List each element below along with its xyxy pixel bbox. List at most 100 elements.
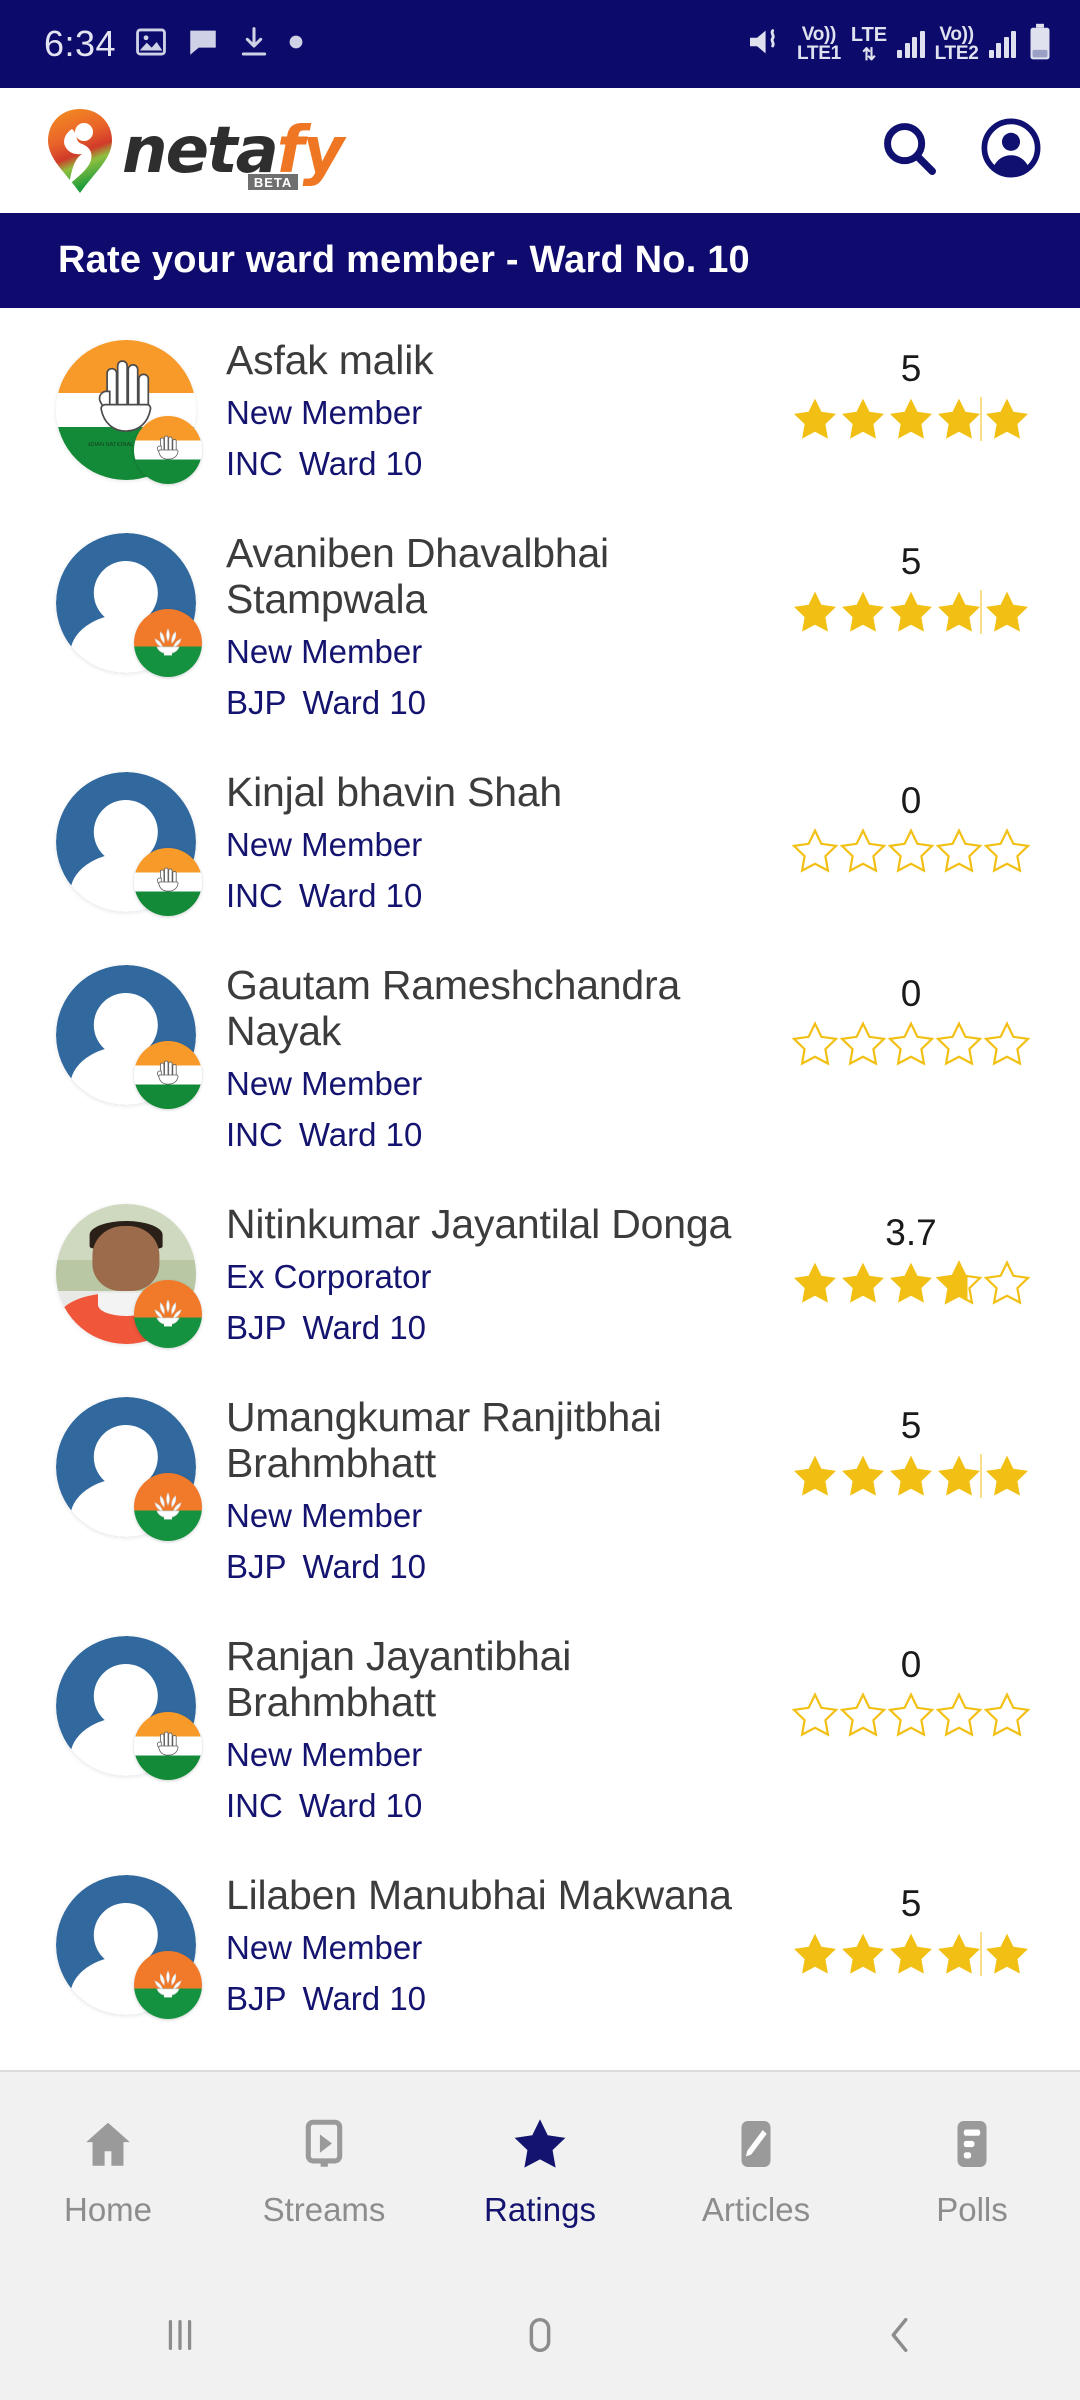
member-info: Gautam Rameshchandra Nayak New Member IN…	[196, 961, 776, 1158]
member-info: Lilaben Manubhai Makwana New Member BJP W…	[196, 1871, 776, 2022]
member-row[interactable]: Lilaben Manubhai Makwana New Member BJP W…	[0, 1849, 1080, 2042]
member-info: Asfak malik New Member INC Ward 10	[196, 336, 776, 487]
member-name: Kinjal bhavin Shah	[226, 768, 563, 815]
member-rating[interactable]: 5	[776, 1393, 1046, 1500]
app-bar-actions	[878, 117, 1042, 184]
recents-icon[interactable]	[0, 2312, 360, 2358]
avatar[interactable]: INDIAN NATIONAL CONGRESS	[56, 340, 202, 484]
status-bar: 6:34 Vo)) LTE1 LTE ⇅ Vo)) LTE2	[0, 0, 1080, 88]
nav-item-home[interactable]: Home	[0, 2113, 216, 2229]
member-row[interactable]: Ranjan Jayantibhai Brahmbhatt New Member…	[0, 1610, 1080, 1849]
nav-item-ratings[interactable]: Ratings	[432, 2113, 648, 2229]
star-rating-icon[interactable]	[791, 1452, 1031, 1500]
member-row[interactable]: INDIAN NATIONAL CONGRESS Asfak malik New…	[0, 314, 1080, 507]
star-rating-icon[interactable]	[791, 395, 1031, 443]
pencil-icon	[727, 2113, 785, 2175]
member-role: New Member	[226, 825, 423, 863]
nav-item-streams[interactable]: Streams	[216, 2113, 432, 2229]
poll-bars-icon	[943, 2113, 1001, 2175]
nav-item-label: Home	[63, 2191, 153, 2228]
member-row[interactable]: Umangkumar Ranjitbhai Brahmbhatt New Mem…	[0, 1371, 1080, 1610]
member-rating[interactable]: 5	[776, 1871, 1046, 1978]
member-ward: Ward 10	[298, 1116, 423, 1154]
avatar[interactable]	[56, 533, 202, 677]
bjp-lotus-badge-icon	[134, 609, 202, 677]
member-ward: Ward 10	[298, 445, 423, 483]
star-icon	[511, 2113, 569, 2175]
member-party: BJP	[226, 1309, 287, 1347]
battery-icon	[1026, 23, 1054, 66]
avatar[interactable]	[56, 1203, 202, 1348]
member-row[interactable]: Nitinkumar Jayantilal Donga Ex Corporato…	[0, 1178, 1080, 1371]
member-rating[interactable]: 0	[776, 961, 1046, 1068]
chat-bubble-icon	[186, 25, 220, 64]
ward-member-list[interactable]: INDIAN NATIONAL CONGRESS Asfak malik New…	[0, 308, 1080, 2070]
avatar[interactable]	[56, 964, 202, 1109]
star-rating-icon[interactable]	[791, 827, 1031, 875]
member-rating[interactable]: 5	[776, 336, 1046, 443]
logo-wordmark: neta fy BETA	[122, 114, 344, 190]
bjp-lotus-badge-icon	[134, 1472, 202, 1541]
rating-value: 0	[900, 1643, 922, 1685]
member-info: Umangkumar Ranjitbhai Brahmbhatt New Mem…	[196, 1393, 776, 1590]
member-ward: Ward 10	[302, 1309, 427, 1347]
member-name: Avaniben Dhavalbhai Stampwala	[226, 530, 609, 622]
member-ward: Ward 10	[298, 877, 423, 915]
member-meta: INC Ward 10	[226, 1784, 776, 1829]
member-rating[interactable]: 5	[776, 529, 1046, 636]
member-ward: Ward 10	[302, 1548, 427, 1586]
star-rating-icon[interactable]	[791, 1930, 1031, 1978]
member-meta: INC Ward 10	[226, 1113, 776, 1158]
rating-value: 5	[900, 1882, 922, 1924]
member-party: INC	[226, 1787, 283, 1825]
member-rating[interactable]: 3.7	[776, 1200, 1046, 1307]
avatar[interactable]	[56, 1396, 202, 1541]
member-info: Nitinkumar Jayantilal Donga Ex Corporato…	[196, 1200, 776, 1351]
dot-icon	[288, 34, 304, 55]
member-row[interactable]: Avaniben Dhavalbhai Stampwala New Member…	[0, 507, 1080, 746]
system-navigation-bar	[0, 2270, 1080, 2400]
search-icon[interactable]	[878, 117, 940, 184]
sim2-volte-label: Vo))	[939, 24, 974, 45]
member-rating[interactable]: 0	[776, 768, 1046, 875]
member-role: New Member	[226, 1496, 423, 1534]
status-bar-left: 6:34	[44, 23, 304, 65]
sim1-volte-indicator: Vo)) LTE1	[797, 25, 841, 63]
member-party: BJP	[226, 684, 287, 722]
avatar[interactable]	[56, 1635, 202, 1780]
star-rating-icon[interactable]	[791, 1259, 1031, 1307]
member-row[interactable]: Kinjal bhavin Shah New Member INC Ward 10…	[0, 746, 1080, 939]
signal-bars-sim1-icon	[897, 30, 925, 58]
member-name: Gautam Rameshchandra Nayak	[226, 961, 681, 1054]
star-rating-icon[interactable]	[791, 588, 1031, 636]
app-logo[interactable]: neta fy BETA	[42, 107, 344, 195]
member-party: INC	[226, 1116, 283, 1154]
image-icon	[134, 25, 168, 64]
back-chevron-icon[interactable]	[720, 2312, 1080, 2358]
member-meta: INC Ward 10	[226, 874, 776, 919]
nav-item-label: Articles	[701, 2191, 811, 2228]
member-meta: BJP Ward 10	[226, 1977, 776, 2022]
star-rating-icon[interactable]	[791, 1691, 1031, 1739]
member-ward: Ward 10	[302, 684, 427, 722]
rating-value: 0	[900, 972, 922, 1014]
sim2-network-label: LTE2	[934, 43, 979, 64]
member-role: New Member	[226, 632, 423, 670]
home-pill-icon[interactable]	[360, 2312, 720, 2358]
bottom-navigation-bar: Home Streams Ratings Articles Polls	[0, 2070, 1080, 2270]
account-circle-icon[interactable]	[980, 117, 1042, 184]
member-party: INC	[226, 877, 283, 915]
avatar[interactable]	[56, 771, 202, 916]
member-rating[interactable]: 0	[776, 1632, 1046, 1739]
sim2-volte-indicator: Vo)) LTE2	[935, 25, 979, 63]
member-row[interactable]: Gautam Rameshchandra Nayak New Member IN…	[0, 939, 1080, 1178]
inc-hand-badge-icon	[134, 847, 202, 916]
member-name: Ranjan Jayantibhai Brahmbhatt	[226, 1632, 572, 1725]
star-rating-icon[interactable]	[791, 1020, 1031, 1068]
avatar[interactable]	[56, 1874, 202, 2019]
rating-value: 5	[900, 1404, 922, 1446]
member-meta: BJP Ward 10	[226, 1306, 776, 1351]
nav-item-polls[interactable]: Polls	[864, 2113, 1080, 2229]
nav-item-articles[interactable]: Articles	[648, 2113, 864, 2229]
nav-item-label: Streams	[262, 2191, 386, 2228]
